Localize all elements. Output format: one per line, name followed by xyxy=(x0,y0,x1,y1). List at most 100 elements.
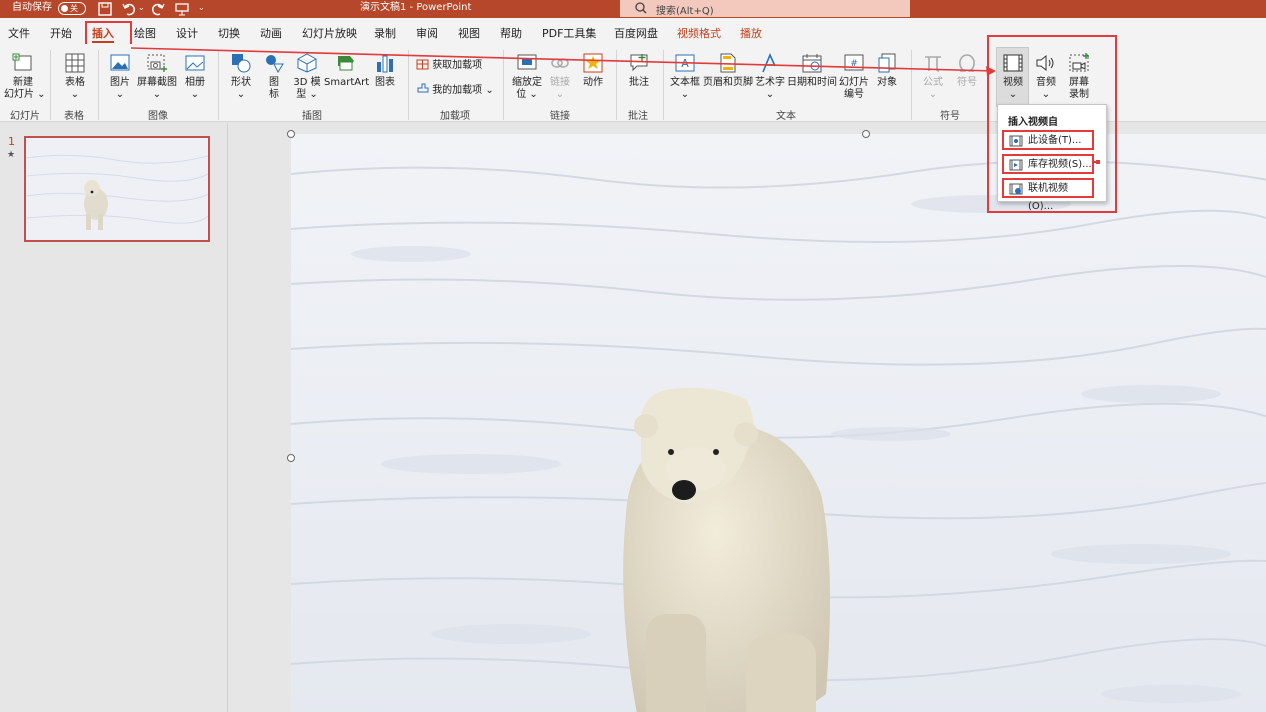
tab-design[interactable]: 设计 xyxy=(176,25,198,41)
customize-qat-icon[interactable]: ⌄ xyxy=(198,2,205,14)
document-title: 演示文稿1 - PowerPoint xyxy=(360,2,472,13)
link-button[interactable]: 链接 ⌄ xyxy=(547,52,573,101)
group-label-images: 图像 xyxy=(148,111,168,122)
tab-draw[interactable]: 绘图 xyxy=(134,25,156,41)
shapes-icon xyxy=(232,54,251,73)
smartart-label: SmartArt xyxy=(324,77,370,88)
slide-number-button[interactable]: # 幻灯片 编号 xyxy=(839,52,869,101)
video-group-highlight-box xyxy=(987,35,1117,213)
group-label-links: 链接 xyxy=(550,111,570,122)
tab-playback[interactable]: 播放 xyxy=(740,25,762,41)
symbol-button[interactable]: 符号 xyxy=(952,52,982,89)
search-icon xyxy=(635,2,647,14)
chart-icon xyxy=(377,55,393,73)
svg-text:#: # xyxy=(850,59,858,69)
table-button[interactable]: 表格 ⌄ xyxy=(58,52,92,101)
textbox-button[interactable]: A 文本框 ⌄ xyxy=(668,52,702,101)
autosave-label: 自动保存 xyxy=(12,2,52,13)
undo-icon[interactable] xyxy=(121,1,137,17)
date-time-label: 日期和时间 xyxy=(787,77,837,88)
picture-button[interactable]: 图片 ⌄ xyxy=(104,52,136,101)
shapes-label: 形状 xyxy=(231,77,251,88)
chevron-down-icon: ⌄ xyxy=(70,89,80,100)
tab-record[interactable]: 录制 xyxy=(374,25,396,41)
tab-video-format[interactable]: 视频格式 xyxy=(677,25,721,41)
chevron-down-icon: ⌄ xyxy=(765,89,775,100)
slide[interactable] xyxy=(291,134,1266,712)
tab-file[interactable]: 文件 xyxy=(8,25,30,41)
group-separator xyxy=(98,50,99,120)
search-box[interactable]: 搜索(Alt+Q) xyxy=(620,0,910,17)
comment-icon xyxy=(630,54,648,72)
tab-view[interactable]: 视图 xyxy=(458,25,480,41)
header-footer-label: 页眉和页脚 xyxy=(703,77,753,88)
svg-text:A: A xyxy=(681,57,689,70)
header-footer-button[interactable]: 页眉和页脚 xyxy=(703,52,753,89)
save-icon[interactable] xyxy=(97,1,113,17)
tab-pdf-tools[interactable]: PDF工具集 xyxy=(542,25,596,41)
group-label-addins: 加载项 xyxy=(440,111,470,122)
tab-animations[interactable]: 动画 xyxy=(260,25,282,41)
new-slide-icon xyxy=(12,53,32,71)
date-time-button[interactable]: 日期和时间 xyxy=(787,52,837,89)
redo-icon[interactable] xyxy=(150,1,166,17)
picture-label: 图片 xyxy=(110,77,130,88)
action-button[interactable]: 动作 xyxy=(580,52,606,89)
slide-number-label: 幻灯片 编号 xyxy=(839,77,869,100)
resize-handle[interactable] xyxy=(287,454,295,462)
polar-bear-image[interactable] xyxy=(291,134,1266,712)
object-button[interactable]: 对象 xyxy=(874,52,900,89)
shapes-button[interactable]: 形状 ⌄ xyxy=(226,52,256,101)
get-addins-button[interactable]: 获取加载项 xyxy=(416,56,482,71)
autosave-toggle[interactable]: 关 xyxy=(58,2,86,15)
icons-label: 图 标 xyxy=(269,77,279,100)
tab-help[interactable]: 帮助 xyxy=(500,25,522,41)
tab-slideshow[interactable]: 幻灯片放映 xyxy=(302,25,357,41)
smartart-button[interactable]: SmartArt xyxy=(324,52,370,89)
group-separator xyxy=(911,50,912,120)
smartart-icon xyxy=(338,56,354,71)
chevron-down-icon: ⌄ xyxy=(34,89,46,100)
undo-dropdown-icon[interactable]: ⌄ xyxy=(138,2,145,14)
object-icon xyxy=(878,53,896,73)
new-slide-button[interactable]: 新建 幻灯片 ⌄ xyxy=(4,52,46,101)
chevron-down-icon: ⌄ xyxy=(680,89,690,100)
table-label: 表格 xyxy=(65,77,85,88)
tab-transitions[interactable]: 切换 xyxy=(218,25,240,41)
wordart-button[interactable]: 艺术字 ⌄ xyxy=(755,52,785,101)
present-from-start-icon[interactable] xyxy=(174,1,190,17)
chevron-down-icon: ⌄ xyxy=(928,89,938,100)
group-separator xyxy=(408,50,409,120)
screenshot-button[interactable]: 屏幕截图 ⌄ xyxy=(136,52,178,101)
comment-label: 批注 xyxy=(629,77,649,88)
tab-home[interactable]: 开始 xyxy=(50,25,72,41)
group-separator xyxy=(663,50,664,120)
group-separator xyxy=(50,50,51,120)
my-addins-button[interactable]: 我的加载项 ⌄ xyxy=(416,81,494,96)
tab-review[interactable]: 审阅 xyxy=(416,25,438,41)
group-separator xyxy=(218,50,219,120)
icons-button[interactable]: 图 标 xyxy=(260,52,288,101)
photo-album-button[interactable]: 相册 ⌄ xyxy=(180,52,210,101)
slide-thumbnail[interactable] xyxy=(24,136,210,242)
omega-icon xyxy=(959,54,975,72)
group-separator xyxy=(503,50,504,120)
tab-baidu-netdisk[interactable]: 百度网盘 xyxy=(614,25,658,41)
action-star-icon xyxy=(583,53,603,73)
get-addins-label: 获取加载项 xyxy=(432,60,483,71)
zoom-button[interactable]: 缩放定 位 ⌄ xyxy=(509,52,545,101)
comment-button[interactable]: 批注 xyxy=(625,52,653,89)
pi-icon xyxy=(925,56,941,72)
zoom-icon xyxy=(517,54,537,70)
resize-handle[interactable] xyxy=(287,130,295,138)
slide-number: 1 xyxy=(8,135,15,148)
group-separator xyxy=(616,50,617,120)
chevron-down-icon: ⌄ xyxy=(306,89,318,100)
header-footer-icon xyxy=(720,53,736,73)
chevron-down-icon: ⌄ xyxy=(482,85,494,96)
equation-button[interactable]: 公式 ⌄ xyxy=(918,52,948,101)
autosave-state: 关 xyxy=(70,4,78,13)
resize-handle[interactable] xyxy=(862,130,870,138)
3d-models-button[interactable]: 3D 模 型 ⌄ xyxy=(292,52,322,101)
chart-button[interactable]: 图表 xyxy=(372,52,398,89)
